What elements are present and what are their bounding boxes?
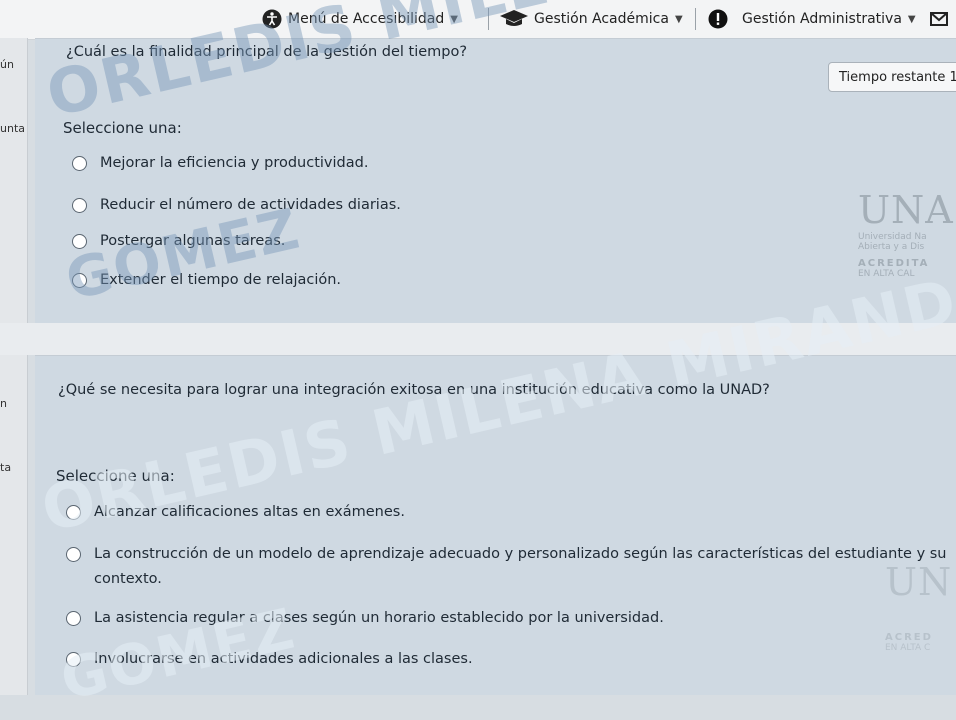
flag-question-label[interactable]: ta xyxy=(0,461,28,474)
answer-option[interactable]: Postergar algunas tareas. xyxy=(72,230,285,252)
select-one-prompt: Seleccione una: xyxy=(63,119,182,137)
administrative-management-label: Gestión Administrativa xyxy=(742,11,902,27)
radio-button[interactable] xyxy=(72,198,87,213)
question-info-panel: ún unta xyxy=(0,38,28,323)
academic-management-menu[interactable]: Gestión Académica ▼ xyxy=(500,6,683,32)
chevron-down-icon: ▼ xyxy=(450,13,458,25)
academic-management-label: Gestión Académica xyxy=(534,11,669,27)
answer-option[interactable]: La construcción de un modelo de aprendiz… xyxy=(66,543,956,565)
radio-button[interactable] xyxy=(72,234,87,249)
answer-option-label: Postergar algunas tareas. xyxy=(100,233,286,249)
question-status-label: ún xyxy=(0,58,14,71)
question-status-label: n xyxy=(0,397,7,410)
answer-option-label: Alcanzar calificaciones altas en exámene… xyxy=(94,504,405,520)
accessibility-menu[interactable]: Menú de Accesibilidad ▼ xyxy=(262,6,458,32)
answer-option[interactable]: Reducir el número de actividades diarias… xyxy=(72,194,401,216)
divider xyxy=(488,8,489,30)
radio-button[interactable] xyxy=(72,273,87,288)
radio-button[interactable] xyxy=(72,156,87,171)
mail-button[interactable] xyxy=(930,6,954,32)
question-card xyxy=(35,355,956,695)
divider xyxy=(695,8,696,30)
time-remaining-label: Tiempo restante 1 xyxy=(839,69,956,85)
select-one-prompt: Seleccione una: xyxy=(56,467,175,485)
alert-icon xyxy=(708,9,728,29)
radio-button[interactable] xyxy=(66,611,81,626)
administrative-management-menu[interactable]: Gestión Administrativa ▼ xyxy=(708,6,916,32)
answer-option[interactable]: La asistencia regular a clases según un … xyxy=(66,607,664,629)
radio-button[interactable] xyxy=(66,505,81,520)
answer-option-label: Extender el tiempo de relajación. xyxy=(100,272,342,288)
radio-button[interactable] xyxy=(66,547,81,562)
answer-option[interactable]: Mejorar la eficiencia y productividad. xyxy=(72,152,368,174)
graduation-cap-icon xyxy=(500,10,528,28)
question-separator xyxy=(0,323,956,355)
top-navigation-bar: Menú de Accesibilidad ▼ Gestión Académic… xyxy=(0,0,956,40)
answer-option-label: La construcción de un modelo de aprendiz… xyxy=(94,546,947,562)
answer-option[interactable]: Involucrarse en actividades adicionales … xyxy=(66,648,473,670)
question-text: ¿Qué se necesita para lograr una integra… xyxy=(58,382,770,398)
answer-option-label: Reducir el número de actividades diarias… xyxy=(100,197,401,213)
flag-question-label[interactable]: unta xyxy=(0,122,28,135)
chevron-down-icon: ▼ xyxy=(907,13,916,25)
answer-option-label-continuation: contexto. xyxy=(94,571,162,587)
question-text: ¿Cuál es la finalidad principal de la ge… xyxy=(66,44,468,60)
accessibility-icon xyxy=(262,9,282,29)
answer-option-label: La asistencia regular a clases según un … xyxy=(94,610,664,626)
time-remaining-box: Tiempo restante 1 xyxy=(828,62,956,92)
question-info-panel: n ta xyxy=(0,355,28,695)
mail-icon xyxy=(930,11,948,27)
chevron-down-icon: ▼ xyxy=(674,13,683,25)
answer-option[interactable]: Extender el tiempo de relajación. xyxy=(72,269,341,291)
radio-button[interactable] xyxy=(66,652,81,667)
answer-option-label: Mejorar la eficiencia y productividad. xyxy=(100,155,369,171)
answer-option[interactable]: Alcanzar calificaciones altas en exámene… xyxy=(66,501,405,523)
accessibility-menu-label: Menú de Accesibilidad xyxy=(288,11,445,27)
answer-option-label: Involucrarse en actividades adicionales … xyxy=(94,651,473,667)
